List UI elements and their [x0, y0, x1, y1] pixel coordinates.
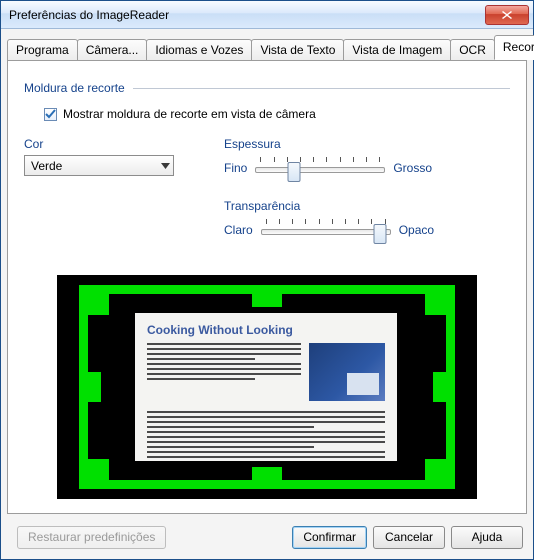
- tab-vista-texto[interactable]: Vista de Texto: [251, 39, 344, 61]
- transparency-max-label: Opaco: [399, 223, 434, 237]
- checkbox-label: Mostrar moldura de recorte em vista de c…: [63, 107, 316, 121]
- restore-defaults-button[interactable]: Restaurar predefinições: [17, 526, 166, 549]
- preferences-dialog: Preferências do ImageReader Programa Câm…: [0, 0, 534, 560]
- transparency-slider-thumb[interactable]: [374, 224, 387, 244]
- thickness-min-label: Fino: [224, 161, 247, 175]
- close-icon: [502, 11, 512, 19]
- transparency-label: Transparência: [224, 199, 510, 213]
- color-value: Verde: [31, 159, 157, 173]
- crop-handle-t[interactable]: [252, 285, 282, 307]
- thickness-slider[interactable]: [255, 155, 385, 181]
- confirm-button[interactable]: Confirmar: [292, 526, 367, 549]
- thickness-slider-thumb[interactable]: [288, 162, 301, 182]
- thickness-label: Espessura: [224, 137, 510, 151]
- tab-vista-imagem[interactable]: Vista de Imagem: [343, 39, 451, 61]
- close-button[interactable]: [485, 5, 529, 25]
- controls-row: Cor Verde Espessura Fino: [24, 137, 510, 261]
- group-divider: [133, 88, 510, 89]
- crop-handle-r[interactable]: [433, 372, 455, 402]
- tab-ocr[interactable]: OCR: [450, 39, 495, 61]
- crop-frame[interactable]: [79, 285, 455, 489]
- crop-handle-br[interactable]: [425, 459, 455, 489]
- group-header: Moldura de recorte: [24, 81, 510, 95]
- window-title: Preferências do ImageReader: [9, 8, 485, 22]
- crop-handle-b[interactable]: [252, 467, 282, 489]
- transparency-slider[interactable]: [261, 217, 391, 243]
- preview-area: Cooking Without Looking: [57, 275, 477, 499]
- transparency-min-label: Claro: [224, 223, 253, 237]
- crop-handle-l[interactable]: [79, 372, 101, 402]
- checkbox-icon: [44, 108, 57, 121]
- titlebar: Preferências do ImageReader: [1, 1, 533, 29]
- dialog-footer: Restaurar predefinições Confirmar Cancel…: [1, 520, 533, 559]
- tab-panel: Moldura de recorte Mostrar moldura de re…: [7, 60, 527, 514]
- tab-idiomas[interactable]: Idiomas e Vozes: [146, 39, 252, 61]
- tab-camera[interactable]: Câmera...: [77, 39, 148, 61]
- color-label: Cor: [24, 137, 194, 151]
- crop-handle-bl[interactable]: [79, 459, 109, 489]
- chevron-down-icon: [157, 163, 173, 169]
- tab-recortar-imagem[interactable]: Recortar imagem: [494, 35, 534, 60]
- thickness-max-label: Grosso: [393, 161, 432, 175]
- crop-handle-tl[interactable]: [79, 285, 109, 315]
- tab-strip: Programa Câmera... Idiomas e Vozes Vista…: [1, 29, 533, 60]
- crop-handle-tr[interactable]: [425, 285, 455, 315]
- show-crop-frame-option[interactable]: Mostrar moldura de recorte em vista de c…: [44, 107, 510, 121]
- color-combobox[interactable]: Verde: [24, 155, 174, 176]
- cancel-button[interactable]: Cancelar: [373, 526, 445, 549]
- group-title: Moldura de recorte: [24, 81, 125, 95]
- tab-programa[interactable]: Programa: [7, 39, 78, 61]
- help-button[interactable]: Ajuda: [451, 526, 523, 549]
